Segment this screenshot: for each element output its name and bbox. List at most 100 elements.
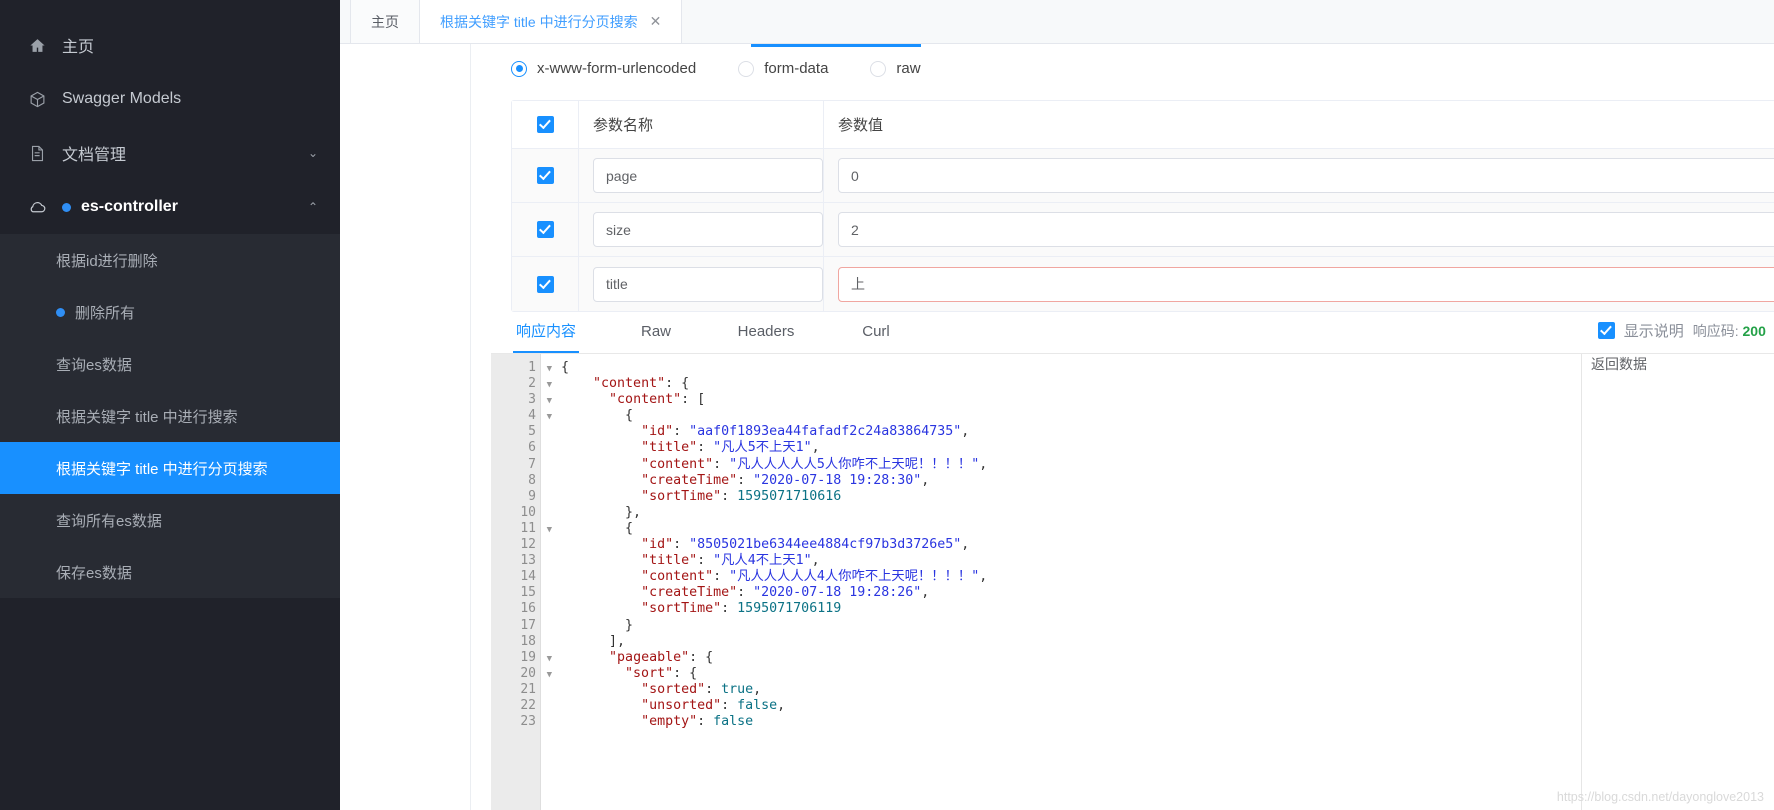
parameter-table: 参数名称 参数值 描 (511, 100, 1774, 312)
sidebar-item-label: es-controller (81, 198, 178, 215)
sidebar-item-swagger-models[interactable]: Swagger Models (0, 72, 340, 126)
param-value-cell (824, 149, 1774, 202)
select-all-checkbox[interactable] (536, 116, 554, 133)
sidebar-subitem-label: 根据关键字 title 中进行分页搜索 (56, 460, 268, 478)
json-code-area[interactable]: { "content": { "content": [ { "id": "aaf… (541, 354, 1774, 810)
row-checkbox[interactable] (536, 167, 554, 184)
sidebar-submenu: 根据id进行删除 删除所有 查询es数据 根据关键字 title 中进行搜索 根… (0, 234, 340, 598)
sidebar-item-doc-manage[interactable]: 文档管理 ⌄ (0, 126, 340, 180)
row-select-cell (512, 257, 579, 311)
param-name-input[interactable] (593, 266, 823, 302)
radio-label: form-data (764, 60, 829, 77)
column-header-value: 参数值 (838, 117, 884, 134)
radio-icon (738, 60, 755, 77)
sidebar-subitem-query-all-es[interactable]: 查询所有es数据 (0, 494, 340, 546)
tab-raw[interactable]: Raw (601, 312, 711, 352)
tab-label: Curl (862, 323, 890, 340)
tab-response-content[interactable]: 响应内容 (491, 312, 601, 353)
param-value-input[interactable] (838, 158, 1774, 193)
cloud-icon (24, 197, 50, 217)
sidebar-subitem-label: 根据id进行删除 (56, 252, 158, 270)
card-accent-bar (751, 44, 921, 47)
tab-paged-search[interactable]: 根据关键字 title 中进行分页搜索 ✕ (419, 0, 683, 43)
row-select-cell (512, 203, 579, 256)
param-name-cell (579, 257, 824, 311)
sidebar-subitem-label: 保存es数据 (56, 564, 132, 582)
param-value-input[interactable] (838, 212, 1774, 247)
show-description-label: 显示说明 (1623, 323, 1684, 340)
sidebar-item-label: 主页 (62, 39, 95, 56)
show-description-checkbox[interactable] (1597, 322, 1615, 339)
pane-divider (1581, 354, 1582, 810)
watermark-text: https://blog.csdn.net/dayonglove2013 (1556, 790, 1764, 804)
tab-label: Raw (640, 323, 671, 340)
chevron-down-icon[interactable]: ⌄ (308, 146, 318, 160)
param-value-cell (824, 203, 1774, 256)
param-name-input[interactable] (593, 158, 823, 193)
status-code-value: 200 (1742, 322, 1766, 339)
tab-label: 根据关键字 title 中进行分页搜索 (440, 13, 638, 30)
sidebar-subitem-paged-search-by-title[interactable]: 根据关键字 title 中进行分页搜索 (0, 442, 340, 494)
response-tab-bar: 响应内容 Raw Headers Curl 显示说明 响应码: 200 (491, 312, 1774, 354)
radio-icon (870, 60, 887, 77)
select-all-cell (512, 101, 579, 148)
param-name-cell (579, 149, 824, 202)
sidebar-item-es-controller[interactable]: es-controller ⌃ (0, 180, 340, 234)
param-value-input[interactable] (838, 266, 1774, 302)
tab-label: 响应内容 (515, 323, 576, 340)
tab-curl[interactable]: Curl (821, 312, 931, 352)
status-dot (56, 307, 65, 317)
request-card: x-www-form-urlencoded form-data raw 参数名称… (470, 44, 1774, 810)
radio-form-data[interactable]: form-data (738, 60, 828, 77)
sidebar-subitem-search-by-title[interactable]: 根据关键字 title 中进行搜索 (0, 390, 340, 442)
sidebar-subitem-delete-all[interactable]: 删除所有 (0, 286, 340, 338)
sidebar-subitem-query-es[interactable]: 查询es数据 (0, 338, 340, 390)
sidebar-subitem-delete-by-id[interactable]: 根据id进行删除 (0, 234, 340, 286)
tab-label: 主页 (371, 13, 399, 30)
status-code-label: 响应码: (1692, 322, 1739, 339)
status-dot (62, 202, 71, 212)
status-code: 响应码: 200 (1693, 321, 1766, 341)
sidebar-subitem-label: 根据关键字 title 中进行搜索 (56, 408, 238, 426)
sidebar-subitem-save-es[interactable]: 保存es数据 (0, 546, 340, 598)
line-number-gutter: 1 ▼ 2 ▼ 3 ▼ 4 ▼ 5 6 7 8 9 10 11 ▼ 12 13 14 15 16 17 18 19 ▼ 20 ▼ 21… (491, 354, 552, 810)
body-type-radio-group: x-www-form-urlencoded form-data raw (511, 60, 921, 77)
home-icon (24, 35, 50, 55)
table-row (512, 203, 1774, 257)
tab-strip: 主页 根据关键字 title 中进行分页搜索 ✕ (340, 0, 1774, 44)
row-select-cell (512, 149, 579, 202)
radio-label: raw (896, 60, 921, 77)
content-area: x-www-form-urlencoded form-data raw 参数名称… (340, 44, 1774, 810)
param-value-cell (824, 257, 1774, 311)
document-icon (24, 143, 50, 163)
param-name-cell (579, 203, 824, 256)
sidebar-item-home[interactable]: 主页 (0, 18, 340, 72)
tab-label: Headers (737, 323, 795, 340)
sidebar-item-label: Swagger Models (62, 90, 182, 107)
main-area: 主页 根据关键字 title 中进行分页搜索 ✕ x-www-form-urle… (340, 0, 1774, 810)
close-icon[interactable]: ✕ (650, 13, 662, 30)
table-header-row: 参数名称 参数值 描 (512, 101, 1774, 149)
cube-icon (24, 89, 50, 109)
table-row (512, 257, 1774, 311)
radio-raw[interactable]: raw (870, 60, 921, 77)
tab-home[interactable]: 主页 (350, 0, 420, 43)
row-checkbox[interactable] (536, 275, 554, 293)
radio-icon (511, 60, 527, 77)
sidebar-item-label: 文档管理 (62, 147, 127, 164)
chevron-up-icon[interactable]: ⌃ (308, 200, 318, 214)
response-meta: 显示说明 响应码: 200 耗时: 774 (1597, 320, 1774, 341)
return-data-label: 返回数据 (1591, 356, 1647, 372)
sidebar-subitem-label: 查询es数据 (56, 356, 132, 374)
sidebar-nav: 主页 Swagger Models 文档管理 ⌄ es-controller ⌃… (0, 0, 340, 598)
sidebar-subitem-label: 删除所有 (75, 304, 136, 322)
sidebar: 主页 Swagger Models 文档管理 ⌄ es-controller ⌃… (0, 0, 340, 810)
param-name-input[interactable] (593, 212, 823, 247)
table-row (512, 149, 1774, 203)
sidebar-subitem-label: 查询所有es数据 (56, 512, 162, 530)
radio-x-www-form-urlencoded[interactable]: x-www-form-urlencoded (511, 60, 696, 77)
radio-label: x-www-form-urlencoded (537, 60, 697, 77)
column-header-name: 参数名称 (579, 101, 824, 148)
tab-headers[interactable]: Headers (711, 312, 821, 352)
row-checkbox[interactable] (536, 221, 554, 238)
